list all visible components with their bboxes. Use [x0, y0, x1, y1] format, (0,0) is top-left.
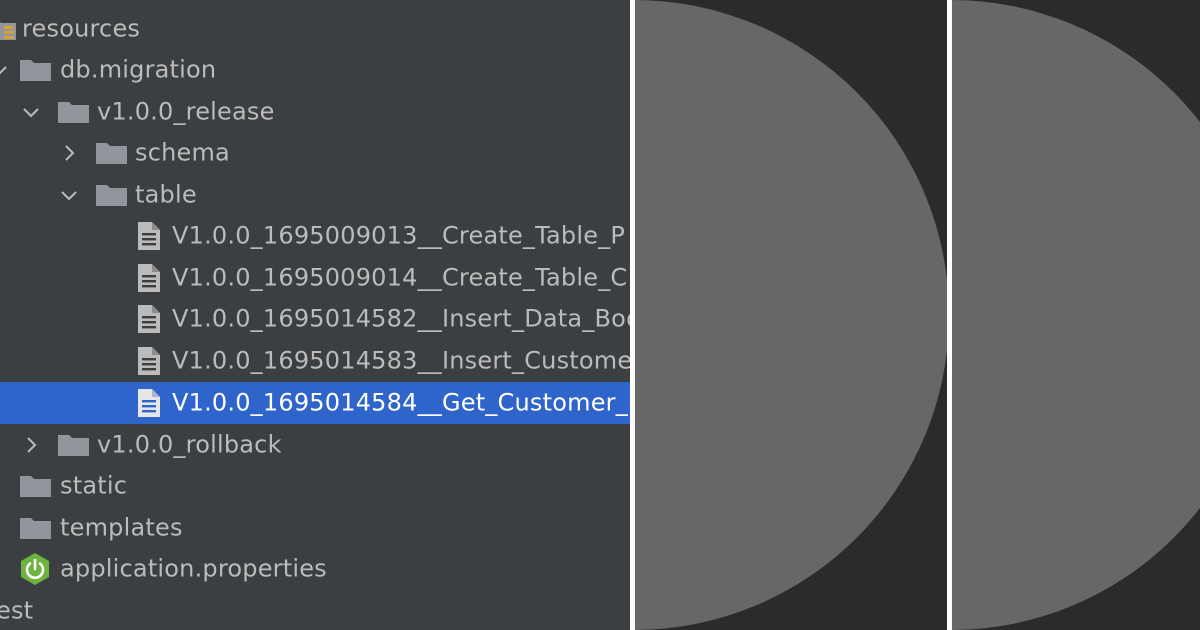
sql-file-icon — [138, 263, 160, 292]
half-circle-shape — [635, 0, 947, 630]
tree-row-label: v1.0.0_release — [97, 97, 275, 126]
folder-icon — [20, 57, 52, 83]
decorative-panel-left — [635, 0, 947, 630]
sql-file-icon — [138, 388, 160, 417]
tree-row-label: V1.0.0_1695009013__Create_Table_P — [172, 221, 626, 250]
tree-row-templates[interactable]: templates — [0, 507, 630, 549]
screenshot-root: resources db.migration v1.0.0_release sc… — [0, 0, 1200, 630]
chevron-down-icon[interactable] — [0, 62, 8, 78]
tree-row-sql-file[interactable]: V1.0.0_1695009013__Create_Table_P — [0, 216, 630, 258]
tree-row-label: resources — [22, 14, 141, 43]
resources-folder-icon — [0, 16, 18, 42]
tree-row-sql-file-selected[interactable]: V1.0.0_1695014584__Get_Customer_ — [0, 382, 630, 424]
folder-icon — [20, 473, 52, 499]
tree-row-test[interactable]: est — [0, 590, 630, 630]
tree-row-sql-file[interactable]: V1.0.0_1695014582__Insert_Data_Boo — [0, 299, 630, 341]
folder-icon — [20, 515, 52, 541]
folder-icon — [58, 432, 90, 458]
chevron-down-icon[interactable] — [22, 103, 40, 121]
tree-row-label: est — [0, 596, 34, 625]
tree-row-label: static — [60, 471, 128, 500]
folder-icon — [58, 99, 90, 125]
tree-row-schema[interactable]: schema — [0, 133, 630, 175]
tree-row-v1-0-0-release[interactable]: v1.0.0_release — [0, 91, 630, 133]
tree-row-label: V1.0.0_1695014584__Get_Customer_ — [172, 388, 628, 417]
tree-row-sql-file[interactable]: V1.0.0_1695009014__Create_Table_C — [0, 257, 630, 299]
tree-row-label: table — [135, 180, 197, 209]
tree-row-application-properties[interactable]: application.properties — [0, 549, 630, 591]
tree-row-table[interactable]: table — [0, 174, 630, 216]
tree-row-label: v1.0.0_rollback — [97, 430, 282, 459]
tree-row-sql-file[interactable]: V1.0.0_1695014583__Insert_Custome — [0, 340, 630, 382]
spring-boot-icon — [19, 552, 51, 586]
folder-icon — [96, 140, 128, 166]
tree-row-static[interactable]: static — [0, 466, 630, 508]
chevron-right-icon[interactable] — [22, 436, 40, 454]
sql-file-icon — [138, 305, 160, 334]
chevron-right-icon[interactable] — [60, 144, 78, 162]
sql-file-icon — [138, 222, 160, 251]
sql-file-icon — [138, 346, 160, 375]
tree-row-db-migration[interactable]: db.migration — [0, 50, 630, 92]
chevron-down-icon[interactable] — [60, 186, 78, 204]
tree-row-label: templates — [60, 513, 183, 542]
folder-icon — [96, 182, 128, 208]
tree-row-resources[interactable]: resources — [0, 8, 630, 50]
project-tree[interactable]: resources db.migration v1.0.0_release sc… — [0, 0, 630, 630]
tree-row-label: V1.0.0_1695014582__Insert_Data_Boo — [172, 304, 630, 333]
tree-row-label: db.migration — [60, 55, 217, 84]
tree-row-label: V1.0.0_1695009014__Create_Table_C — [172, 263, 628, 292]
half-circle-shape — [952, 0, 1200, 630]
tree-row-v1-0-0-rollback[interactable]: v1.0.0_rollback — [0, 424, 630, 466]
tree-row-label: schema — [135, 138, 230, 167]
tree-row-label: V1.0.0_1695014583__Insert_Custome — [172, 346, 630, 375]
tree-row-label: application.properties — [60, 554, 327, 583]
decorative-panel-right — [952, 0, 1200, 630]
